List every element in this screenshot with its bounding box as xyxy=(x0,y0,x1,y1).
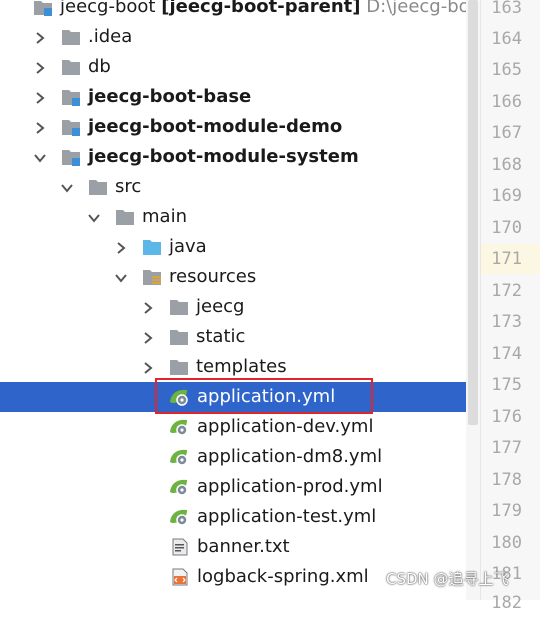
module-icon xyxy=(61,88,81,106)
line-number: 176 xyxy=(491,407,522,427)
tree-item-label: application-dm8.yml xyxy=(197,446,383,467)
tree-item-label: logback-spring.xml xyxy=(197,566,369,587)
folder-icon xyxy=(61,28,81,46)
module-icon xyxy=(61,118,81,136)
tree-row[interactable]: java xyxy=(0,232,480,262)
tree-row[interactable]: jeecg-boot-base xyxy=(0,82,480,112)
line-number: 165 xyxy=(491,60,522,80)
scrollbar-thumb[interactable] xyxy=(468,0,478,425)
text-file-icon xyxy=(171,538,191,556)
tree-item-label: jeecg-boot-base xyxy=(88,86,252,107)
folder-icon xyxy=(169,328,189,346)
folder-icon xyxy=(169,358,189,376)
tree-row[interactable]: application-dev.yml xyxy=(0,412,480,442)
chevron-down-icon[interactable] xyxy=(60,180,74,194)
tree-row[interactable]: application-dm8.yml xyxy=(0,442,480,472)
line-number: 173 xyxy=(491,312,522,332)
chevron-right-icon[interactable] xyxy=(114,240,128,254)
tree-item-label: java xyxy=(169,236,207,257)
root-module-name: [jeecg-boot-parent] xyxy=(161,0,361,17)
tree-row[interactable]: application-prod.yml xyxy=(0,472,480,502)
tree-row[interactable]: src xyxy=(0,172,480,202)
line-number: 164 xyxy=(491,29,522,49)
module-icon xyxy=(33,0,53,16)
resources-folder-icon xyxy=(142,268,162,286)
root-path: D:\jeecg-boot-r xyxy=(366,0,480,17)
tree-item-label: application-test.yml xyxy=(197,506,377,527)
tree-row[interactable]: jeecg-boot-module-demo xyxy=(0,112,480,142)
tree-item-label: static xyxy=(196,326,246,347)
chevron-down-icon[interactable] xyxy=(87,210,101,224)
tree-row[interactable]: resources xyxy=(0,262,480,292)
line-number: 178 xyxy=(491,470,522,490)
tree-row[interactable]: jeecg xyxy=(0,292,480,322)
tree-row[interactable]: main xyxy=(0,202,480,232)
chevron-right-icon[interactable] xyxy=(141,300,155,314)
line-number-gutter: 163 164 165 166 167 168 169 170 171 172 … xyxy=(480,0,540,613)
project-tree: jeecg-boot [jeecg-boot-parent] D:\jeecg-… xyxy=(0,0,480,600)
tree-row[interactable]: banner.txt xyxy=(0,532,480,562)
line-number: 180 xyxy=(491,533,522,553)
folder-icon xyxy=(169,298,189,316)
tree-row[interactable]: .idea xyxy=(0,22,480,52)
chevron-right-icon[interactable] xyxy=(141,360,155,374)
chevron-down-icon[interactable] xyxy=(114,270,128,284)
highlight-box xyxy=(155,378,373,414)
folder-icon xyxy=(61,58,81,76)
line-number-current: 171 xyxy=(491,249,522,269)
tree-row[interactable]: static xyxy=(0,322,480,352)
line-number: 170 xyxy=(491,218,522,238)
line-number: 166 xyxy=(491,92,522,112)
folder-icon xyxy=(115,208,135,226)
xml-file-icon xyxy=(171,568,191,586)
tree-item-label: banner.txt xyxy=(197,536,290,557)
tree-row[interactable]: application-test.yml xyxy=(0,502,480,532)
tree-item-label: .idea xyxy=(88,26,133,47)
source-folder-icon xyxy=(142,238,162,256)
tree-item-label: jeecg-boot-module-demo xyxy=(88,116,343,137)
module-icon xyxy=(61,148,81,166)
tree-item-label: jeecg-boot-module-system xyxy=(88,146,359,167)
spring-yml-icon xyxy=(169,478,189,496)
line-number: 169 xyxy=(491,186,522,206)
root-name: jeecg-boot xyxy=(60,0,156,17)
chevron-right-icon[interactable] xyxy=(33,120,47,134)
line-number: 168 xyxy=(491,155,522,175)
line-number: 182 xyxy=(491,593,522,613)
tree-item-label: resources xyxy=(169,266,257,287)
tree-item-label: application-prod.yml xyxy=(197,476,383,497)
tree-row[interactable]: jeecg-boot-module-system xyxy=(0,142,480,172)
watermark: CSDN @追寻上飞 xyxy=(386,570,509,588)
tree-row[interactable]: db xyxy=(0,52,480,82)
tree-item-label: main xyxy=(142,206,187,227)
spring-yml-icon xyxy=(169,448,189,466)
tree-row-root[interactable]: jeecg-boot [jeecg-boot-parent] D:\jeecg-… xyxy=(0,0,480,22)
line-number: 175 xyxy=(491,375,522,395)
line-number: 177 xyxy=(491,438,522,458)
tree-item-label: src xyxy=(115,176,142,197)
chevron-down-icon[interactable] xyxy=(33,150,47,164)
spring-yml-icon xyxy=(169,508,189,526)
line-number: 163 xyxy=(491,0,522,18)
line-number: 174 xyxy=(491,344,522,364)
spring-yml-icon xyxy=(169,418,189,436)
line-number: 172 xyxy=(491,281,522,301)
chevron-right-icon[interactable] xyxy=(33,60,47,74)
line-number: 167 xyxy=(491,123,522,143)
folder-icon xyxy=(88,178,108,196)
tree-item-label: application-dev.yml xyxy=(197,416,374,437)
chevron-right-icon[interactable] xyxy=(141,330,155,344)
line-number: 179 xyxy=(491,501,522,521)
tree-item-label: db xyxy=(88,56,111,77)
tree-item-label: jeecg xyxy=(196,296,245,317)
chevron-right-icon[interactable] xyxy=(33,30,47,44)
chevron-right-icon[interactable] xyxy=(33,90,47,104)
